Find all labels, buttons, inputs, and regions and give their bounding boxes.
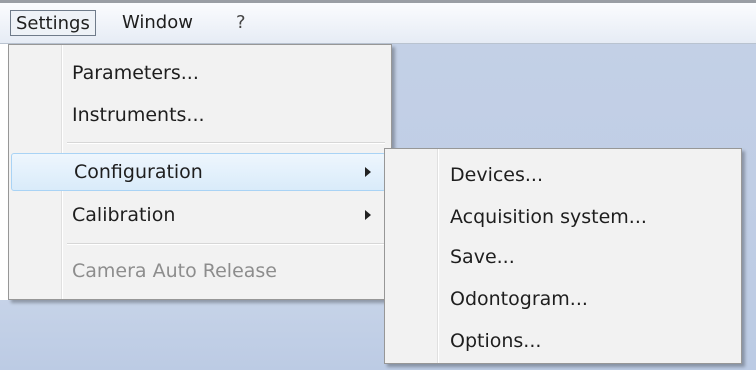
- menu-item-label: Options...: [450, 330, 542, 352]
- menu-separator: [67, 142, 385, 144]
- menu-window[interactable]: Window: [118, 10, 197, 36]
- menu-item-label: Instruments...: [72, 104, 205, 126]
- settings-dropdown-menu: Parameters... Instruments... Configurati…: [8, 44, 392, 300]
- app-workspace-lower: [0, 300, 390, 370]
- menu-item-calibration[interactable]: Calibration: [11, 197, 387, 233]
- menu-bar: Settings Window ?: [0, 3, 756, 44]
- submenu-item-options[interactable]: Options...: [387, 323, 737, 359]
- menu-settings[interactable]: Settings: [10, 10, 96, 36]
- submenu-item-devices[interactable]: Devices...: [387, 157, 737, 193]
- menu-item-label: Parameters...: [72, 62, 199, 84]
- menu-item-camera-auto-release: Camera Auto Release: [11, 253, 387, 289]
- menu-item-parameters[interactable]: Parameters...: [11, 55, 387, 91]
- menu-item-label: Odontogram...: [450, 288, 588, 310]
- menu-item-label: Acquisition system...: [450, 206, 647, 228]
- menu-item-label: Camera Auto Release: [72, 260, 277, 282]
- menu-item-configuration[interactable]: Configuration: [11, 153, 386, 191]
- submenu-arrow-icon: [365, 167, 371, 177]
- menu-item-instruments[interactable]: Instruments...: [11, 97, 387, 133]
- menu-separator: [67, 243, 385, 245]
- menu-item-label: Calibration: [72, 204, 176, 226]
- menu-help[interactable]: ?: [232, 10, 250, 36]
- configuration-submenu: Devices... Acquisition system... Save...…: [384, 148, 742, 364]
- submenu-item-odontogram[interactable]: Odontogram...: [387, 281, 737, 317]
- submenu-arrow-icon: [365, 210, 371, 220]
- submenu-item-save[interactable]: Save...: [387, 239, 737, 275]
- submenu-item-acquisition-system[interactable]: Acquisition system...: [387, 199, 737, 235]
- menu-item-label: Devices...: [450, 164, 543, 186]
- menu-item-label: Save...: [450, 246, 515, 268]
- menu-item-label: Configuration: [74, 161, 203, 183]
